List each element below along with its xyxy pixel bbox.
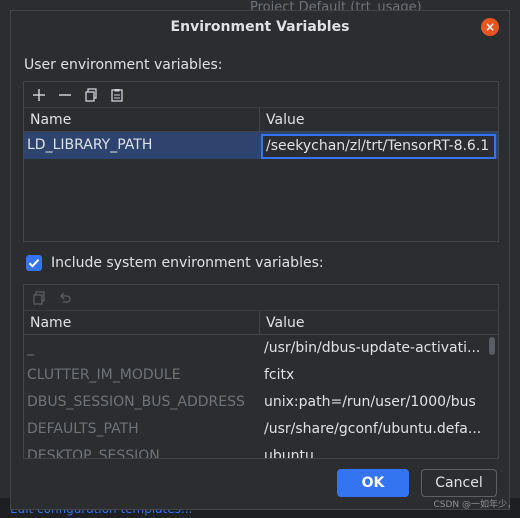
watermark: CSDN @一如年少， <box>433 500 516 510</box>
user-table-header: Name Value <box>24 108 498 132</box>
table-row[interactable]: DESKTOP_SESSION ubuntu <box>24 443 498 459</box>
column-header-value[interactable]: Value <box>260 108 498 131</box>
dialog-titlebar: Environment Variables × <box>11 11 509 43</box>
system-table-header: Name Value <box>24 311 498 335</box>
user-variables-table: Name Value LD_LIBRARY_PATH /seekychan/zl… <box>23 81 499 242</box>
variable-value-input[interactable]: /seekychan/zl/trt/TensorRT-8.6.1 <box>261 134 496 159</box>
column-header-value[interactable]: Value <box>260 311 498 334</box>
include-system-checkbox[interactable] <box>26 255 42 271</box>
variable-name: DBUS_SESSION_BUS_ADDRESS <box>27 394 245 410</box>
system-variables-toolbar <box>24 285 498 311</box>
close-button[interactable]: × <box>481 18 499 36</box>
variable-value: fcitx <box>264 367 295 383</box>
include-system-label[interactable]: Include system environment variables: <box>51 255 324 271</box>
variable-name: _ <box>27 340 34 356</box>
table-row[interactable]: _ /usr/bin/dbus-update-activati... <box>24 335 498 362</box>
environment-variables-dialog: Environment Variables × User environment… <box>10 10 510 510</box>
table-row[interactable]: DBUS_SESSION_BUS_ADDRESS unix:path=/run/… <box>24 389 498 416</box>
close-icon: × <box>484 20 496 34</box>
scrollbar-thumb[interactable] <box>489 337 495 355</box>
column-header-name[interactable]: Name <box>24 108 260 131</box>
paste-icon[interactable] <box>108 86 126 104</box>
cancel-button[interactable]: Cancel <box>421 469 497 497</box>
dialog-title: Environment Variables <box>170 19 350 35</box>
variable-value: /usr/share/gconf/ubuntu.defa... <box>264 421 482 437</box>
variable-name: CLUTTER_IM_MODULE <box>27 367 181 383</box>
table-row[interactable]: DEFAULTS_PATH /usr/share/gconf/ubuntu.de… <box>24 416 498 443</box>
user-variables-label: User environment variables: <box>24 57 223 73</box>
system-variables-table: Name Value _ /usr/bin/dbus-update-activa… <box>23 284 499 459</box>
user-variables-toolbar <box>24 82 498 108</box>
add-icon[interactable] <box>30 86 48 104</box>
variable-value: /usr/bin/dbus-update-activati... <box>264 340 481 356</box>
remove-icon[interactable] <box>56 86 74 104</box>
variable-name: DESKTOP_SESSION <box>27 448 160 459</box>
variable-name[interactable]: LD_LIBRARY_PATH <box>24 132 260 159</box>
table-row[interactable]: CLUTTER_IM_MODULE fcitx <box>24 362 498 389</box>
variable-name: DEFAULTS_PATH <box>27 421 139 437</box>
column-header-name[interactable]: Name <box>24 311 260 334</box>
revert-icon <box>56 289 74 307</box>
variable-value: ubuntu <box>264 448 314 459</box>
copy-icon <box>30 289 48 307</box>
ok-button[interactable]: OK <box>337 469 409 497</box>
copy-icon[interactable] <box>82 86 100 104</box>
variable-value: unix:path=/run/user/1000/bus <box>264 394 476 410</box>
